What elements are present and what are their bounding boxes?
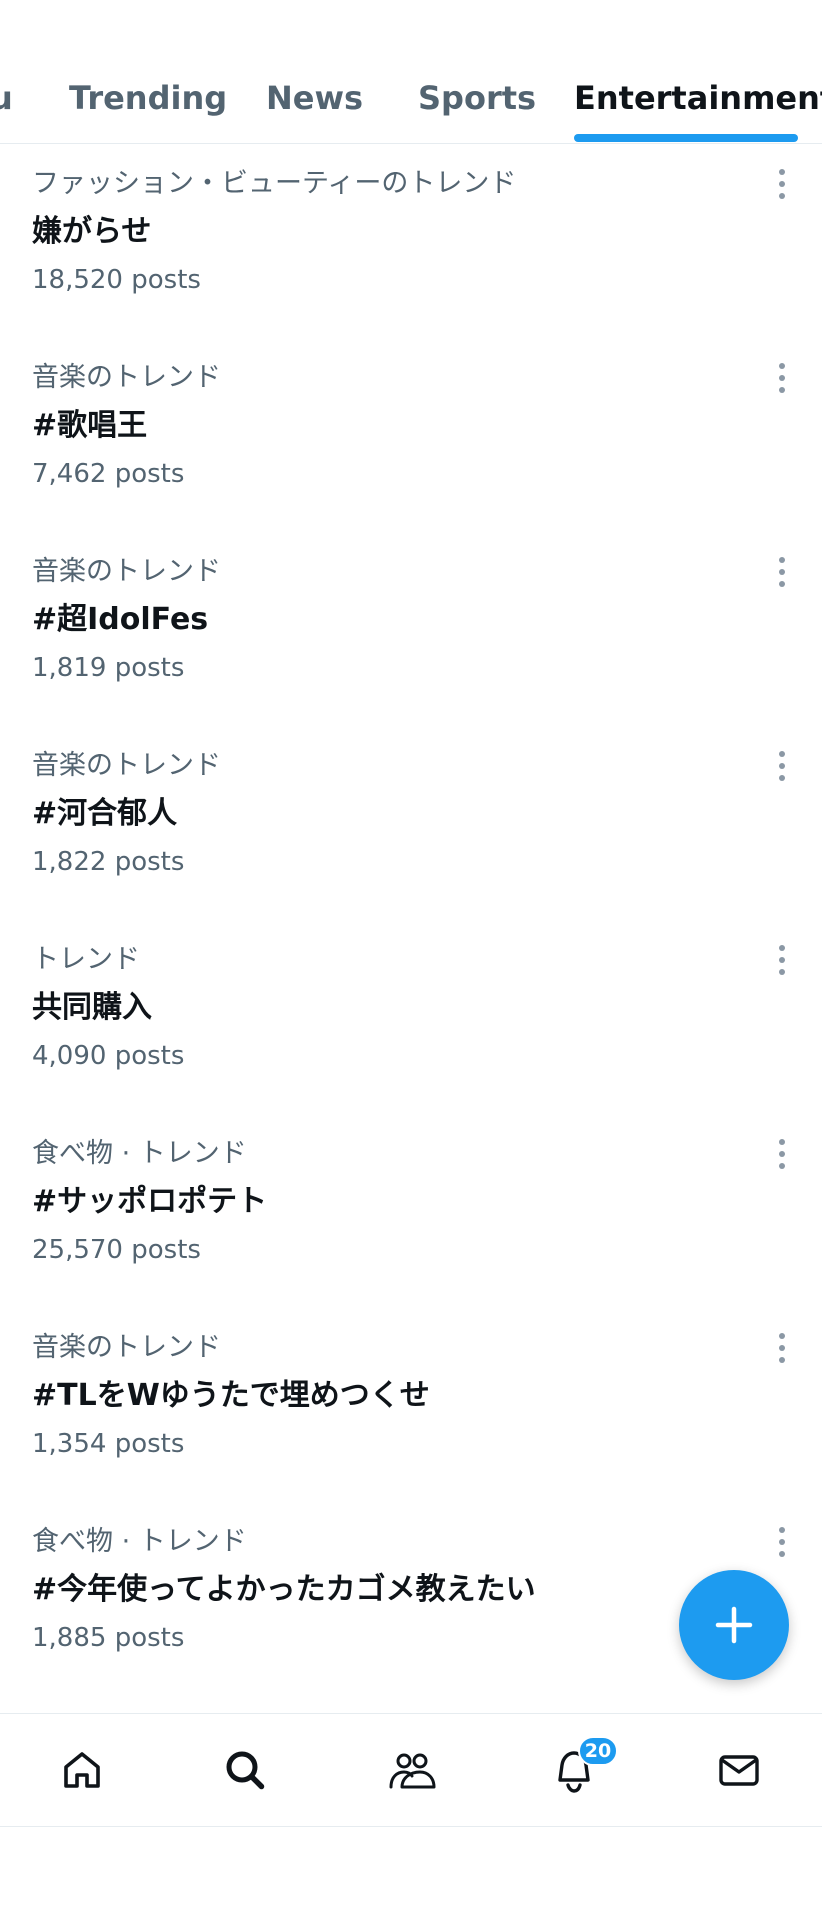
plus-icon (715, 1606, 753, 1644)
trend-category: 音楽のトレンド (32, 750, 221, 781)
tab-news[interactable]: News (266, 76, 363, 120)
trend-title: #サッポロポテト (32, 1184, 268, 1219)
trend-title: #超IdolFes (32, 602, 209, 637)
trend-post-count: 1,885 posts (32, 1623, 185, 1653)
trend-post-count: 18,520 posts (32, 265, 201, 295)
compose-button[interactable] (679, 1570, 789, 1680)
trend-post-count: 1,822 posts (32, 847, 185, 877)
explore-tabs: u Trending News Sports Entertainment (0, 0, 822, 144)
home-icon (64, 1752, 100, 1788)
trend-item[interactable]: 音楽のトレンド #超IdolFes 1,819 posts (0, 532, 822, 726)
trend-category: 食べ物 · トレンド (32, 1138, 247, 1169)
trend-item[interactable]: トレンド 共同購入 4,090 posts (0, 920, 822, 1114)
trend-title: 共同購入 (32, 990, 152, 1025)
notification-badge: 20 (578, 1736, 618, 1766)
trend-title: #歌唱王 (32, 408, 148, 443)
tab-entertainment[interactable]: Entertainment (574, 76, 822, 120)
trend-post-count: 4,090 posts (32, 1041, 185, 1071)
trend-item[interactable]: 食べ物 · トレンド #サッポロポテト 25,570 posts (0, 1114, 822, 1308)
more-options-icon[interactable] (770, 746, 794, 790)
trend-item[interactable]: 音楽のトレンド #歌唱王 7,462 posts (0, 338, 822, 532)
trend-title: 嫌がらせ (32, 214, 152, 249)
mail-icon (719, 1755, 759, 1786)
trend-item[interactable]: 音楽のトレンド #TLをWゆうたで埋めつくせ 1,354 posts (0, 1308, 822, 1502)
more-options-icon[interactable] (770, 1134, 794, 1178)
trend-item[interactable]: ファッション・ビューティーのトレンド 嫌がらせ 18,520 posts (0, 144, 822, 338)
more-options-icon[interactable] (770, 1522, 794, 1566)
trend-post-count: 1,819 posts (32, 653, 185, 683)
trend-category: 音楽のトレンド (32, 362, 221, 393)
trend-category: 音楽のトレンド (32, 1332, 221, 1363)
nav-home-button[interactable] (54, 1742, 110, 1798)
more-options-icon[interactable] (770, 552, 794, 596)
trend-post-count: 25,570 posts (32, 1235, 201, 1265)
trend-category: トレンド (32, 944, 140, 975)
more-options-icon[interactable] (770, 1328, 794, 1372)
explore-screen: u Trending News Sports Entertainment ファッ… (0, 0, 822, 1920)
more-options-icon[interactable] (770, 940, 794, 984)
search-icon (226, 1751, 265, 1790)
trend-title: #今年使ってよかったカゴメ教えたい (32, 1572, 536, 1607)
nav-communities-button[interactable] (382, 1742, 438, 1798)
trend-category: 食べ物 · トレンド (32, 1526, 247, 1557)
trend-item[interactable]: 音楽のトレンド #河合郁人 1,822 posts (0, 726, 822, 920)
nav-messages-button[interactable] (711, 1742, 767, 1798)
tab-sports[interactable]: Sports (418, 76, 536, 120)
tab-trending[interactable]: Trending (69, 76, 227, 120)
more-options-icon[interactable] (770, 358, 794, 402)
active-tab-indicator (574, 134, 798, 142)
trend-category: ファッション・ビューティーのトレンド (32, 168, 517, 199)
trend-post-count: 7,462 posts (32, 459, 185, 489)
more-options-icon[interactable] (770, 164, 794, 208)
trend-title: #河合郁人 (32, 796, 178, 831)
trend-post-count: 1,354 posts (32, 1429, 185, 1459)
trend-title: #TLをWゆうたで埋めつくせ (32, 1378, 430, 1413)
people-icon (389, 1753, 436, 1789)
nav-search-button[interactable] (217, 1742, 273, 1798)
tab-for-you[interactable]: u (0, 76, 13, 120)
trend-category: 音楽のトレンド (32, 556, 221, 587)
bottom-navigation: 20 (0, 1713, 822, 1827)
